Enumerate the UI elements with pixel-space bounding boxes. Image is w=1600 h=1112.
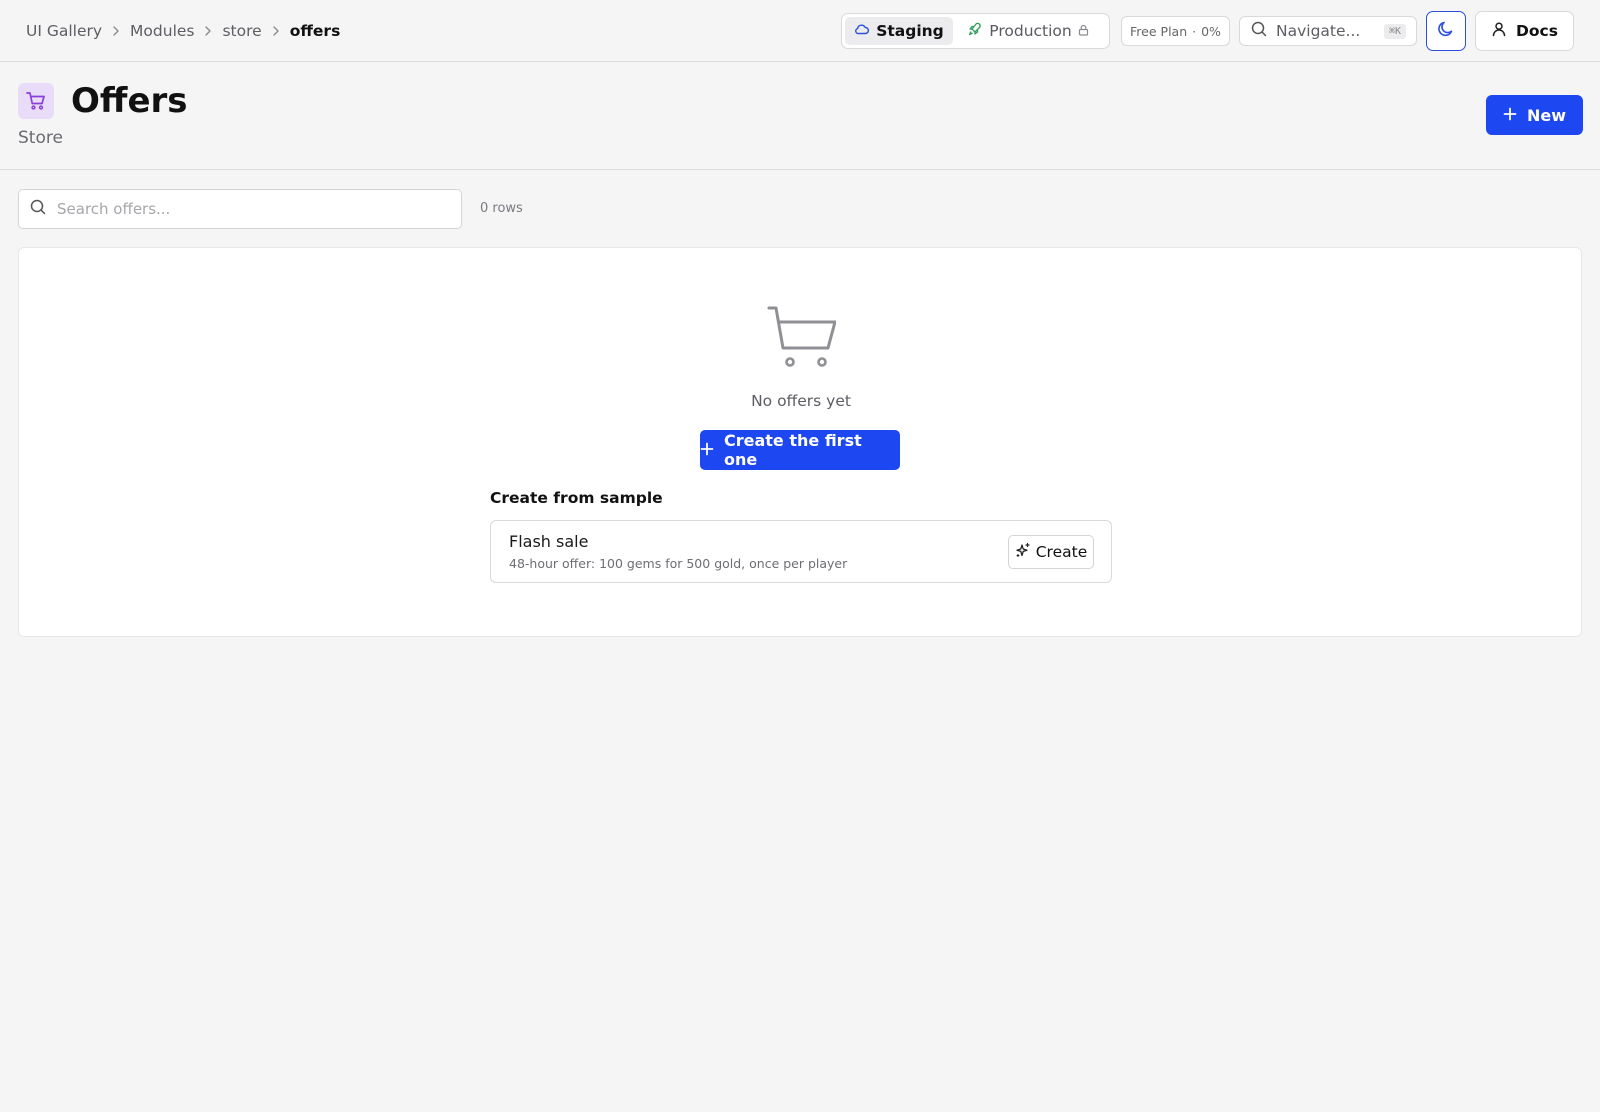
page-title: Offers — [71, 81, 188, 121]
search-icon — [29, 198, 47, 220]
cart-icon — [18, 83, 54, 119]
sample-name: Flash sale — [509, 532, 589, 551]
plus-icon — [700, 441, 714, 460]
navigate-label: Navigate... — [1276, 22, 1361, 40]
theme-toggle-button[interactable] — [1426, 11, 1466, 51]
rocket-icon — [967, 21, 983, 41]
staging-tab[interactable]: Staging — [845, 17, 953, 45]
chevron-right-icon — [271, 25, 281, 37]
search-input[interactable] — [57, 200, 451, 218]
plan-separator: · — [1192, 23, 1197, 39]
docs-button[interactable]: Docs — [1475, 11, 1574, 51]
production-tab[interactable]: Production — [953, 17, 1103, 45]
breadcrumb-modules[interactable]: Modules — [130, 22, 194, 40]
offers-panel: No offers yet Create the first one Creat… — [18, 247, 1582, 637]
new-label: New — [1526, 105, 1567, 125]
breadcrumb-current: offers — [289, 22, 341, 40]
staging-label: Staging — [876, 22, 944, 40]
cloud-icon — [854, 22, 870, 40]
lock-icon — [1078, 22, 1089, 40]
sample-heading: Create from sample — [490, 489, 663, 507]
breadcrumb-ui-gallery[interactable]: UI Gallery — [26, 22, 102, 40]
row-count: 0 rows — [480, 201, 523, 216]
navigate-search-button[interactable]: Navigate... ⌘K — [1239, 16, 1417, 46]
page-subtitle: Store — [18, 128, 63, 148]
user-icon — [1491, 21, 1507, 41]
plan-badge[interactable]: Free Plan · 0% — [1121, 16, 1230, 46]
search-icon — [1250, 20, 1268, 42]
cart-icon — [766, 302, 837, 372]
shortcut-hint: ⌘K — [1383, 23, 1406, 39]
create-from-sample-button[interactable]: Create — [1008, 535, 1094, 569]
docs-label: Docs — [1516, 22, 1558, 40]
new-offer-button[interactable]: New — [1486, 95, 1583, 135]
production-label: Production — [989, 22, 1072, 40]
page-header: Offers Store New — [0, 62, 1600, 170]
breadcrumb: UI Gallery Modules store offers — [26, 19, 340, 43]
create-first-label: Create the first one — [724, 431, 862, 469]
chevron-right-icon — [111, 25, 121, 37]
environment-switcher: Staging Production — [841, 13, 1110, 49]
breadcrumb-store[interactable]: store — [222, 22, 261, 40]
create-first-button[interactable]: Create the first one — [700, 430, 900, 470]
top-bar: UI Gallery Modules store offers Staging … — [0, 0, 1600, 62]
create-label: Create — [1035, 543, 1088, 561]
sample-card: Flash sale 48-hour offer: 100 gems for 5… — [490, 520, 1112, 583]
chevron-right-icon — [203, 25, 213, 37]
plus-icon — [1503, 106, 1517, 125]
empty-state-message: No offers yet — [751, 392, 851, 410]
search-offers-field[interactable] — [18, 189, 462, 229]
moon-icon — [1436, 19, 1456, 43]
plan-usage: 0% — [1201, 23, 1221, 39]
sparkles-icon — [1015, 542, 1031, 562]
sample-description: 48-hour offer: 100 gems for 500 gold, on… — [509, 556, 848, 571]
plan-name: Free Plan — [1130, 23, 1188, 39]
